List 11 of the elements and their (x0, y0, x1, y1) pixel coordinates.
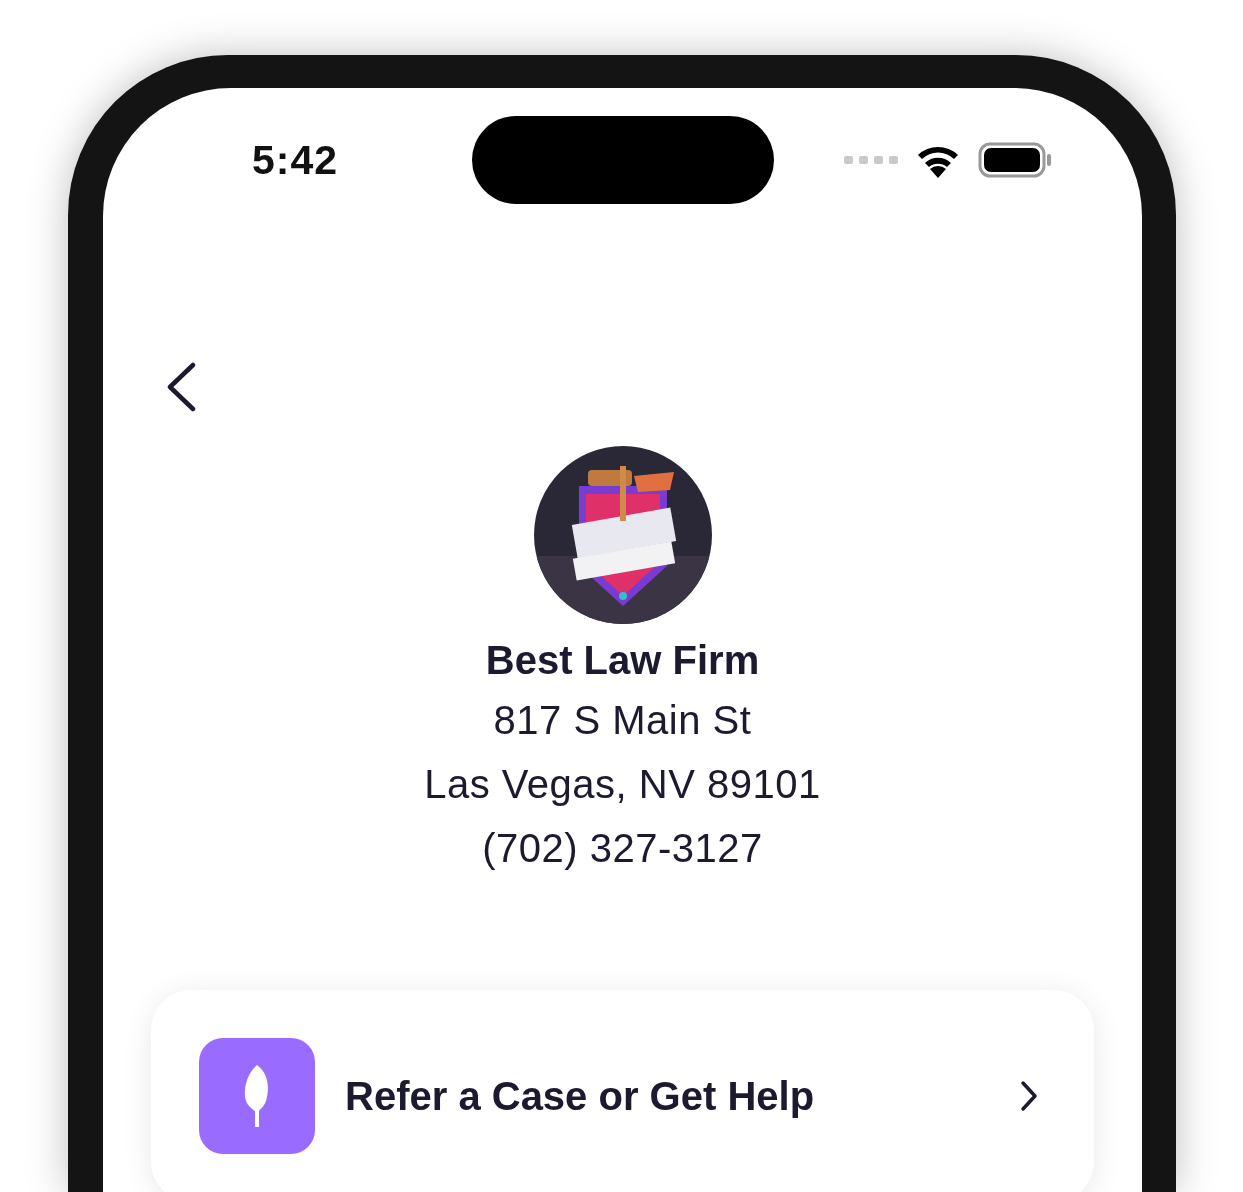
back-icon[interactable] (165, 362, 197, 412)
feather-tile-icon (199, 1038, 315, 1154)
phone-number: (702) 327-3127 (481, 825, 764, 872)
chevron-right-icon (1020, 1080, 1038, 1112)
signal-icon (844, 155, 898, 165)
address-line: Las Vegas, NV 89101 (424, 761, 821, 808)
battery-icon (978, 142, 1052, 178)
refer-case-card[interactable]: Refer a Case or Get Help (151, 990, 1094, 1192)
clock-time: 5:42 (252, 136, 340, 184)
firm-name: Best Law Firm (485, 637, 760, 684)
address-line: 817 S Main St (492, 697, 753, 744)
